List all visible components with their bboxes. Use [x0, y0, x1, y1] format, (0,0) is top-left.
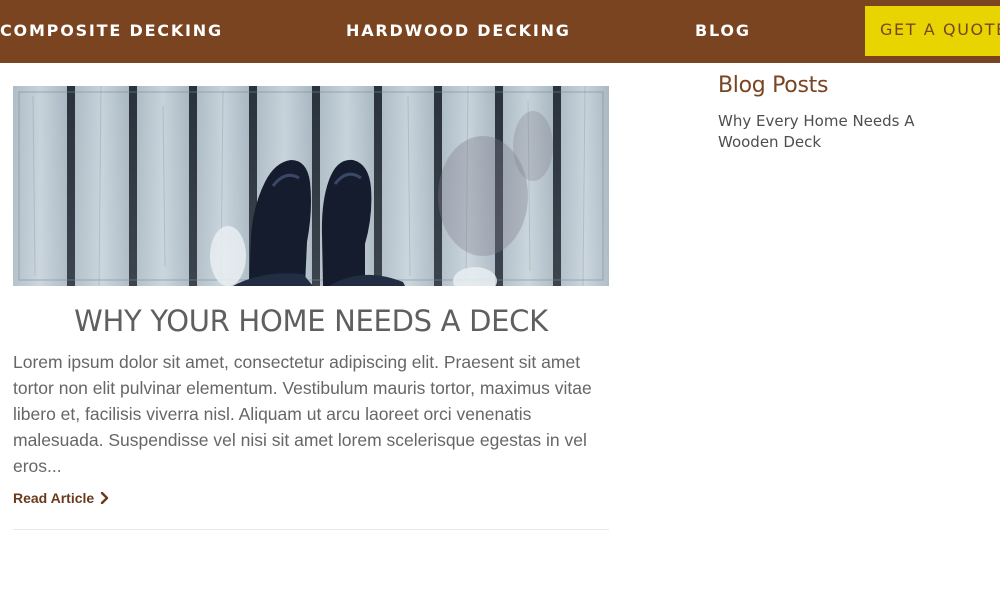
nav-item-hardwood-decking[interactable]: HARDWOOD DECKING: [346, 21, 571, 40]
top-navbar: COMPOSITE DECKING HARDWOOD DECKING BLOG …: [0, 0, 1000, 63]
get-a-quote-button[interactable]: GET A QUOTE: [865, 6, 1000, 56]
chevron-right-icon: [100, 491, 109, 507]
read-article-label: Read Article: [13, 490, 95, 506]
sidebar-title: Blog Posts: [718, 73, 829, 98]
post-excerpt: Lorem ipsum dolor sit amet, consectetur …: [13, 352, 592, 476]
deck-boards-with-shoes-photo: [13, 86, 609, 286]
post-divider: [13, 529, 609, 530]
post-featured-image[interactable]: [13, 86, 609, 286]
get-a-quote-label: GET A QUOTE: [880, 20, 1000, 39]
post-title[interactable]: WHY YOUR HOME NEEDS A DECK: [13, 304, 609, 338]
sidebar-post-link[interactable]: Why Every Home Needs A Wooden Deck: [718, 111, 948, 153]
nav-item-composite-decking[interactable]: COMPOSITE DECKING: [0, 21, 223, 40]
nav-item-blog[interactable]: BLOG: [695, 21, 751, 40]
read-article-link[interactable]: Read Article: [13, 490, 109, 507]
